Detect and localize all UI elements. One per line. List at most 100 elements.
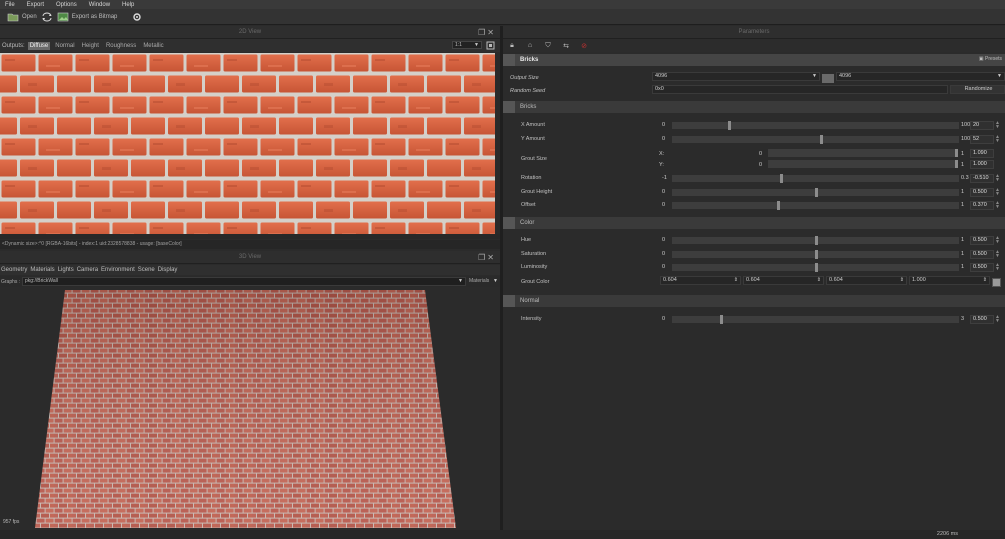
rotation-slider[interactable] — [672, 174, 959, 183]
grout-color-r-input[interactable]: 0.604 ⇕ — [660, 276, 741, 285]
rotation-input[interactable]: -0.510 — [970, 174, 994, 183]
tab-normal[interactable]: Normal — [53, 42, 76, 50]
section-color-title: Color — [520, 220, 535, 226]
reset-icon[interactable]: ⊘ — [580, 42, 588, 50]
materials-select[interactable]: Materials ▼ — [467, 277, 500, 286]
saturation-slider[interactable] — [672, 250, 959, 259]
menu-lights[interactable]: Lights — [58, 267, 74, 273]
texture-preview-2d[interactable] — [0, 53, 495, 234]
fit-view-icon[interactable] — [486, 41, 495, 50]
offset-input[interactable]: 0.370 — [970, 201, 994, 210]
refresh-icon[interactable] — [41, 12, 53, 22]
intensity-input[interactable]: 0.500 — [970, 315, 994, 324]
view2d-horizontal-scrollbar[interactable] — [0, 234, 500, 239]
menu-file[interactable]: File — [5, 2, 15, 8]
menu-scene[interactable]: Scene — [138, 267, 155, 273]
export-bitmap-button[interactable]: Export as Bitmap — [57, 12, 117, 22]
output-size-x-select[interactable]: 4096 ▼ — [652, 72, 820, 81]
menu-display[interactable]: Display — [158, 267, 178, 273]
spinner-icon[interactable]: ▲ ▼ — [995, 201, 1000, 210]
menu-export[interactable]: Export — [27, 2, 44, 8]
menu-options[interactable]: Options — [56, 2, 77, 8]
x-amount-min: 0 — [662, 122, 666, 128]
export-image-icon — [57, 12, 68, 21]
tab-metallic[interactable]: Metallic — [141, 42, 165, 50]
grout-size-y-input[interactable]: 1.000 — [970, 160, 994, 169]
y-amount-input[interactable]: 52 — [970, 135, 994, 144]
tab-diffuse[interactable]: Diffuse — [27, 41, 51, 50]
padlock-icon[interactable]: ⌂ — [526, 42, 534, 49]
settings-gear-icon[interactable] — [131, 12, 143, 22]
presets-button[interactable]: ▣ Presets — [979, 56, 1002, 62]
grout-size-y-max: 1 — [961, 162, 965, 168]
grout-height-input[interactable]: 0.500 — [970, 188, 994, 197]
grout-color-b-input[interactable]: 0.604 ⇕ — [826, 276, 907, 285]
spinner-icon[interactable]: ▲ ▼ — [995, 263, 1000, 272]
view3d-viewport[interactable] — [0, 288, 500, 530]
slider-handle[interactable] — [814, 250, 818, 259]
spinner-icon[interactable]: ▲ ▼ — [995, 174, 1000, 183]
spinner-icon[interactable]: ▲ ▼ — [995, 315, 1000, 324]
x-amount-row: X Amount 0 100 20 ▲ ▼ — [503, 119, 1005, 132]
grout-color-swatch[interactable] — [992, 278, 1001, 287]
grout-size-y-slider[interactable] — [768, 160, 958, 168]
slider-handle[interactable] — [728, 121, 732, 130]
grout-size-x-slider[interactable] — [768, 149, 958, 157]
graph-header[interactable]: Bricks ▣ Presets — [503, 54, 1005, 66]
view2d-window-controls[interactable]: ❐✕ — [478, 28, 496, 37]
graph-select[interactable]: pkg://BrickWall ▼ — [22, 277, 466, 286]
spinner-icon[interactable]: ▲ ▼ — [995, 121, 1000, 130]
saturation-max: 1 — [961, 251, 965, 257]
random-seed-row: Random Seed 0x0 Randomize — [503, 85, 1005, 98]
filter-icon[interactable]: ⛉ — [544, 42, 552, 50]
slider-handle[interactable] — [719, 315, 723, 324]
link-icon[interactable]: ⇆ — [562, 42, 570, 50]
slider-handle[interactable] — [814, 263, 818, 272]
y-amount-slider[interactable] — [672, 135, 959, 144]
chevron-down-icon: ▼ — [474, 42, 479, 48]
output-size-y-select[interactable]: 4096 ▼ — [836, 72, 1005, 81]
random-seed-input[interactable]: 0x0 — [652, 85, 948, 94]
hue-input[interactable]: 0.500 — [970, 236, 994, 245]
offset-slider[interactable] — [672, 201, 959, 210]
hue-slider[interactable] — [672, 236, 959, 245]
menu-window[interactable]: Window — [89, 2, 110, 8]
zoom-select[interactable]: 1:1 ▼ — [452, 41, 482, 49]
spinner-icon[interactable]: ▲ ▼ — [995, 135, 1000, 144]
menu-help[interactable]: Help — [122, 2, 134, 8]
slider-handle[interactable] — [820, 135, 824, 144]
menu-materials[interactable]: Materials — [30, 267, 54, 273]
section-color[interactable]: Color — [503, 217, 1005, 229]
lock-icon[interactable]: 🔒︎ — [508, 42, 516, 50]
menu-environment[interactable]: Environment — [101, 267, 135, 273]
luminosity-slider[interactable] — [672, 263, 959, 272]
section-bricks[interactable]: Bricks — [503, 101, 1005, 113]
randomize-button[interactable]: Randomize — [950, 85, 1005, 94]
slider-handle[interactable] — [777, 201, 781, 210]
spinner-icon[interactable]: ▲ ▼ — [995, 188, 1000, 197]
slider-handle[interactable] — [955, 149, 958, 157]
spinner-icon[interactable]: ▲ ▼ — [995, 236, 1000, 245]
slider-handle[interactable] — [955, 160, 958, 168]
open-button[interactable]: Open — [7, 12, 37, 22]
menu-camera[interactable]: Camera — [77, 267, 98, 273]
grout-color-a-input[interactable]: 1.000 ⇕ — [909, 276, 990, 285]
slider-handle[interactable] — [780, 174, 784, 183]
link-size-toggle[interactable] — [822, 74, 834, 83]
slider-handle[interactable] — [814, 188, 818, 197]
luminosity-input[interactable]: 0.500 — [970, 263, 994, 272]
tab-roughness[interactable]: Roughness — [104, 42, 138, 50]
spinner-icon[interactable]: ▲ ▼ — [995, 250, 1000, 259]
grout-height-slider[interactable] — [672, 188, 959, 197]
intensity-slider[interactable] — [672, 315, 959, 324]
view3d-window-controls[interactable]: ❐✕ — [478, 253, 496, 262]
menu-geometry[interactable]: Geometry — [1, 267, 27, 273]
saturation-input[interactable]: 0.500 — [970, 250, 994, 259]
tab-height[interactable]: Height — [80, 42, 101, 50]
slider-handle[interactable] — [814, 236, 818, 245]
grout-size-x-input[interactable]: 1.090 — [970, 149, 994, 158]
grout-color-g-input[interactable]: 0.604 ⇕ — [743, 276, 824, 285]
x-amount-input[interactable]: 20 — [970, 121, 994, 130]
x-amount-slider[interactable] — [672, 121, 959, 130]
section-normal[interactable]: Normal — [503, 295, 1005, 307]
